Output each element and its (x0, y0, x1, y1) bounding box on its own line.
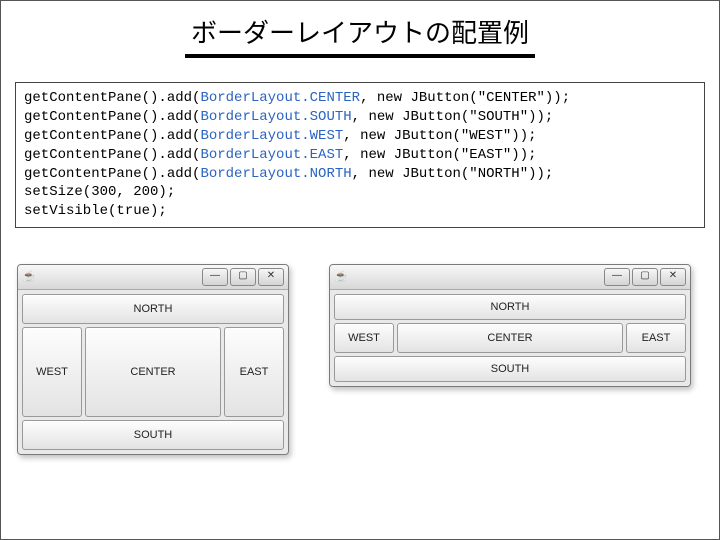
example-window-300x200: ☕ — ▢ ✕ NORTH WEST CENTER EAST SOUTH (17, 264, 289, 455)
slide-title: ボーダーレイアウトの配置例 (185, 13, 535, 58)
code-line-2: getContentPane().add(BorderLayout.SOUTH,… (24, 109, 553, 125)
east-button[interactable]: EAST (224, 327, 284, 417)
content-pane: NORTH WEST CENTER EAST SOUTH (330, 290, 690, 386)
center-button[interactable]: CENTER (85, 327, 221, 417)
titlebar: ☕ — ▢ ✕ (18, 265, 288, 290)
slide: ボーダーレイアウトの配置例 getContentPane().add(Borde… (0, 0, 720, 540)
close-button[interactable]: ✕ (258, 268, 284, 286)
examples-row: ☕ — ▢ ✕ NORTH WEST CENTER EAST SOUTH (17, 264, 703, 455)
border-layout: NORTH WEST CENTER EAST SOUTH (334, 294, 686, 382)
close-button[interactable]: ✕ (660, 268, 686, 286)
center-button[interactable]: CENTER (397, 323, 623, 353)
code-line-3: getContentPane().add(BorderLayout.WEST, … (24, 128, 537, 144)
code-line-4: getContentPane().add(BorderLayout.EAST, … (24, 147, 537, 163)
north-button[interactable]: NORTH (334, 294, 686, 320)
code-line-5: getContentPane().add(BorderLayout.NORTH,… (24, 166, 553, 182)
titlebar: ☕ — ▢ ✕ (330, 265, 690, 290)
java-icon: ☕ (334, 270, 348, 284)
north-button[interactable]: NORTH (22, 294, 284, 324)
code-sample: getContentPane().add(BorderLayout.CENTER… (15, 82, 705, 228)
maximize-button[interactable]: ▢ (632, 268, 658, 286)
java-icon: ☕ (22, 270, 36, 284)
south-button[interactable]: SOUTH (22, 420, 284, 450)
code-line-7: setVisible(true); (24, 203, 167, 219)
minimize-button[interactable]: — (202, 268, 228, 286)
code-line-6: setSize(300, 200); (24, 184, 175, 200)
code-line-1: getContentPane().add(BorderLayout.CENTER… (24, 90, 570, 106)
title-wrap: ボーダーレイアウトの配置例 (1, 1, 719, 58)
minimize-button[interactable]: — (604, 268, 630, 286)
west-button[interactable]: WEST (334, 323, 394, 353)
example-window-wide: ☕ — ▢ ✕ NORTH WEST CENTER EAST SOUTH (329, 264, 691, 387)
east-button[interactable]: EAST (626, 323, 686, 353)
west-button[interactable]: WEST (22, 327, 82, 417)
border-layout: NORTH WEST CENTER EAST SOUTH (22, 294, 284, 450)
content-pane: NORTH WEST CENTER EAST SOUTH (18, 290, 288, 454)
maximize-button[interactable]: ▢ (230, 268, 256, 286)
south-button[interactable]: SOUTH (334, 356, 686, 382)
